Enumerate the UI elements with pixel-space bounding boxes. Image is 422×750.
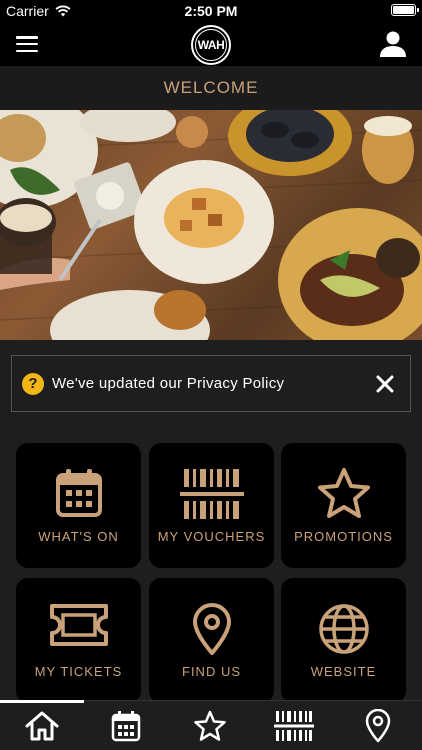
home-icon <box>25 711 59 741</box>
nav-bar: WAH <box>0 22 422 66</box>
calendar-icon <box>111 711 141 742</box>
calendar-icon <box>55 469 102 517</box>
tile-label: FIND US <box>182 664 241 679</box>
location-pin-icon <box>365 709 391 743</box>
star-icon <box>194 710 226 741</box>
status-bar: Carrier 2:50 PM <box>0 0 422 22</box>
welcome-bar: WELCOME <box>0 66 422 110</box>
location-pin-icon <box>192 603 231 655</box>
tab-vouchers[interactable] <box>252 701 336 750</box>
hero-illustration <box>0 110 422 340</box>
question-icon: ? <box>22 372 44 395</box>
barcode-icon <box>179 469 244 519</box>
welcome-title: WELCOME <box>163 78 259 97</box>
tab-calendar[interactable] <box>84 701 168 750</box>
barcode-icon <box>274 711 314 741</box>
tile-label: WEBSITE <box>310 664 377 679</box>
tile-find-us[interactable]: FIND US <box>149 578 274 703</box>
hero-food-image <box>0 110 422 340</box>
tile-label: MY TICKETS <box>34 664 123 679</box>
tile-label: PROMOTIONS <box>294 529 393 544</box>
tab-promotions[interactable] <box>168 701 252 750</box>
ticket-icon <box>49 604 108 646</box>
close-icon[interactable] <box>374 373 396 395</box>
star-icon <box>317 468 370 518</box>
tile-my-vouchers[interactable]: MY VOUCHERS <box>149 443 274 568</box>
tab-find-us[interactable] <box>336 701 420 750</box>
tile-website[interactable]: WEBSITE <box>281 578 406 703</box>
tile-label: MY VOUCHERS <box>157 529 266 544</box>
menu-button[interactable] <box>16 33 38 55</box>
tab-home[interactable] <box>0 700 84 750</box>
battery-icon <box>391 4 419 16</box>
tile-my-tickets[interactable]: MY TICKETS <box>16 578 141 703</box>
tile-promotions[interactable]: PROMOTIONS <box>281 443 406 568</box>
logo: WAH <box>191 25 231 65</box>
tile-whats-on[interactable]: WHAT'S ON <box>16 443 141 568</box>
notice-text: We've updated our Privacy Policy <box>52 375 285 392</box>
privacy-notice[interactable]: ? We've updated our Privacy Policy <box>11 355 411 412</box>
logo-text: WAH <box>195 29 227 61</box>
globe-icon <box>318 604 369 654</box>
tab-bar <box>0 700 422 750</box>
tile-label: WHAT'S ON <box>38 529 119 544</box>
status-time: 2:50 PM <box>184 3 238 19</box>
profile-button[interactable] <box>378 29 408 59</box>
